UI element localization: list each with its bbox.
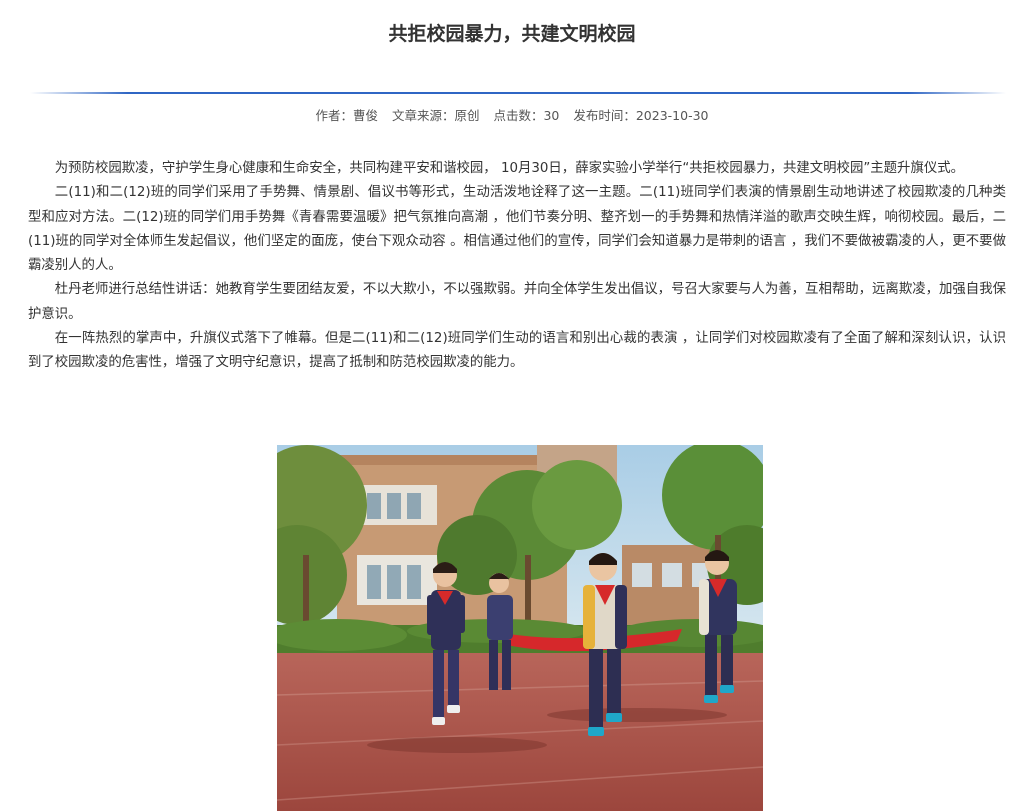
paragraph: 杜丹老师进行总结性讲话：她教育学生要团结友爱，不以大欺小，不以强欺弱。并向全体学… [28, 282, 1006, 322]
article-photo [277, 445, 763, 811]
children-running-photo-icon [277, 445, 763, 811]
meta-author: 作者：曹俊 [315, 108, 378, 123]
paragraph: 二(11)和二(12)班的同学们采用了手势舞、情景剧、倡议书等形式，生动活泼地诠… [28, 185, 1006, 274]
article-body: 为预防校园欺凌，守护学生身心健康和生命安全，共同构建平安和谐校园， 10月30日… [28, 157, 1006, 376]
article-title: 共拒校园暴力，共建文明校园 [388, 22, 636, 45]
paragraph: 在一阵热烈的掌声中，升旗仪式落下了帷幕。但是二(11)和二(12)班同学们生动的… [28, 331, 1006, 371]
title-divider [30, 92, 1006, 94]
meta-source: 文章来源：原创 [391, 108, 480, 123]
article-meta: 作者：曹俊 文章来源：原创 点击数：30 发布时间：2023-10-30 [0, 106, 1024, 126]
meta-published: 发布时间：2023-10-30 [573, 108, 709, 123]
meta-clicks: 点击数：30 [493, 108, 560, 123]
paragraph: 为预防校园欺凌，守护学生身心健康和生命安全，共同构建平安和谐校园， 10月30日… [54, 161, 965, 176]
